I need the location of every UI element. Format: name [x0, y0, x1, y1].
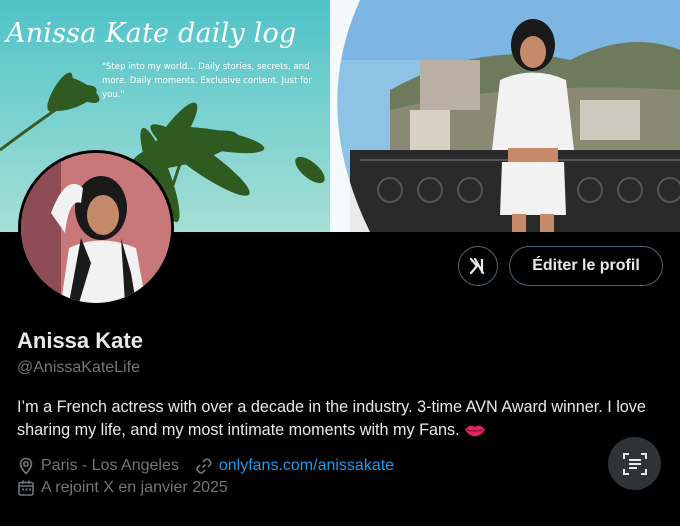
- scan-text-icon: [622, 452, 647, 475]
- joined-text: A rejoint X en janvier 2025: [41, 479, 228, 496]
- location-text: Paris - Los Angeles: [41, 457, 179, 474]
- user-handle: @AnissaKateLife: [17, 359, 140, 376]
- x-logo-button[interactable]: [458, 246, 498, 286]
- joined-row: A rejoint X en janvier 2025: [17, 477, 228, 499]
- website-link[interactable]: onlyfans.com/anissakate: [219, 457, 394, 475]
- scan-text-button[interactable]: [608, 437, 661, 490]
- banner-photo: [330, 0, 680, 232]
- x-logo-icon: [469, 257, 485, 275]
- location-pin-icon: [17, 457, 35, 475]
- display-name: Anissa Kate: [17, 328, 143, 353]
- bio: I’m a French actress with over a decade …: [17, 396, 667, 445]
- bio-text: I’m a French actress with over a decade …: [17, 398, 646, 439]
- banner-title: Anissa Kate daily log: [6, 18, 297, 49]
- avatar[interactable]: [18, 150, 174, 306]
- profile-meta-row: Paris - Los Angeles onlyfans.com/anissak…: [17, 455, 394, 477]
- edit-profile-button[interactable]: Éditer le profil: [509, 246, 663, 286]
- banner-subtitle: "Step into my world... Daily stories, se…: [102, 62, 312, 100]
- lips-emoji-icon: [464, 422, 486, 445]
- avatar-image: [21, 153, 171, 303]
- link-icon: [195, 457, 213, 475]
- calendar-icon: [17, 479, 35, 497]
